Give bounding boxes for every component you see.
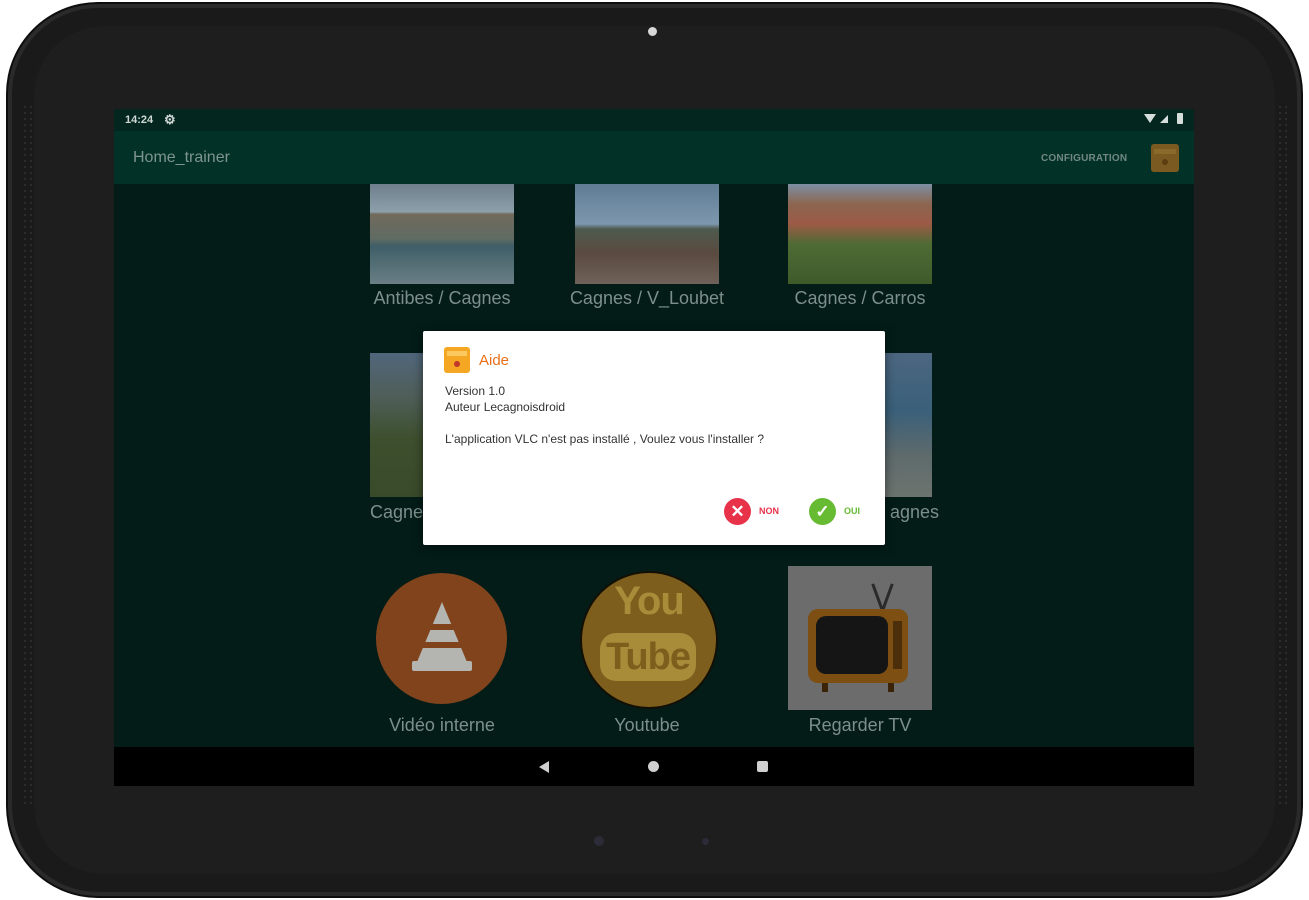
check-icon: ✓ bbox=[809, 498, 836, 525]
speaker-grille-right bbox=[1277, 104, 1287, 804]
treasure-chest-icon bbox=[444, 347, 470, 373]
tile-label-cagnes-carros: Cagnes / Carros bbox=[794, 288, 926, 308]
recent-apps-icon[interactable] bbox=[757, 761, 768, 772]
youtube-logo-you: You bbox=[614, 579, 685, 623]
tile-antibes-cagnes[interactable] bbox=[370, 184, 514, 284]
no-button-label: NON bbox=[759, 506, 779, 516]
dialog-author: Auteur Lecagnoisdroid bbox=[445, 400, 566, 414]
hillside-village-image bbox=[788, 184, 932, 284]
battery-icon bbox=[1177, 113, 1183, 124]
status-bar: 14:24 ⚙ bbox=[114, 109, 1194, 131]
app-label-regarder-tv: Regarder TV bbox=[808, 715, 912, 735]
tile-label-antibes-cagnes: Antibes / Cagnes bbox=[373, 288, 511, 308]
configuration-button[interactable]: CONFIGURATION bbox=[1041, 153, 1127, 164]
help-dialog: Aide Version 1.0 Auteur Lecagnoisdroid L… bbox=[423, 331, 885, 545]
app-treasure-icon[interactable] bbox=[1151, 144, 1179, 172]
status-time: 14:24 bbox=[125, 114, 154, 126]
home-icon[interactable] bbox=[648, 761, 659, 772]
signal-icon bbox=[1160, 115, 1168, 123]
app-bar: Home_trainer CONFIGURATION bbox=[114, 131, 1194, 184]
wifi-icon bbox=[1144, 114, 1156, 123]
app-label-video-interne: Vidéo interne bbox=[389, 715, 495, 735]
close-icon: ✕ bbox=[724, 498, 751, 525]
youtube-logo-tube: Tube bbox=[600, 633, 696, 681]
tile-cagnes-carros[interactable] bbox=[788, 184, 932, 284]
tile-cagnes-vloubet[interactable] bbox=[575, 184, 719, 284]
dialog-message: L'application VLC n'est pas installé , V… bbox=[445, 432, 765, 446]
no-button[interactable]: ✕ NON bbox=[724, 498, 794, 526]
sensor-left bbox=[594, 836, 604, 846]
yes-button[interactable]: ✓ OUI bbox=[809, 498, 879, 526]
tile-label-cagne: Cagne bbox=[370, 502, 424, 522]
sensor-right bbox=[702, 838, 709, 845]
settings-icon: ⚙ bbox=[164, 112, 176, 127]
back-icon[interactable] bbox=[539, 761, 549, 773]
tile-label-cagnes-vloubet: Cagnes / V_Loubet bbox=[569, 288, 725, 308]
app-title: Home_trainer bbox=[133, 149, 230, 166]
antibes-harbor-image bbox=[370, 184, 514, 284]
speaker-grille-left bbox=[22, 104, 32, 804]
dialog-title: Aide bbox=[479, 352, 510, 369]
yes-button-label: OUI bbox=[844, 506, 861, 516]
dialog-version: Version 1.0 bbox=[445, 384, 506, 398]
front-camera bbox=[648, 27, 657, 36]
navigation-bar bbox=[114, 747, 1194, 786]
promenade-image bbox=[575, 184, 719, 284]
device-screen: 14:24 ⚙ Home_trainer CONFIGURATION Antib… bbox=[114, 109, 1194, 786]
tile-label-agnes: agnes bbox=[890, 502, 940, 522]
app-label-youtube: Youtube bbox=[614, 715, 680, 735]
